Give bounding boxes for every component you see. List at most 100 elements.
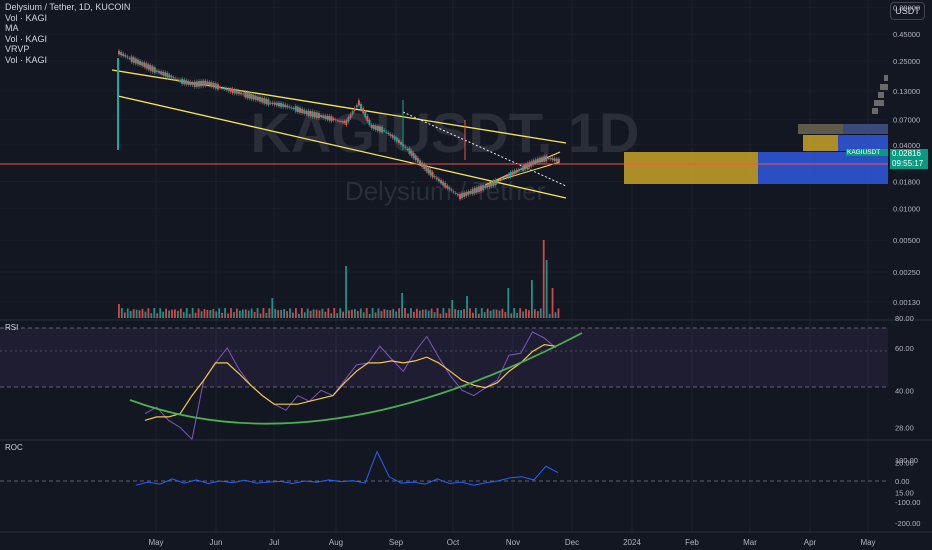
volume-bar [188,313,191,318]
candle [501,179,504,181]
volume-bar [283,309,285,318]
volume-bar [351,309,353,318]
chart-title[interactable]: Delysium / Tether, 1D, KUCOIN [5,2,130,13]
price-tick-label: 0.07000 [893,115,920,124]
volume-bar [274,308,277,318]
candle [206,81,209,85]
volume-bar [430,308,433,318]
time-tick-label: Mar [743,538,757,547]
volume-bar [531,280,533,318]
candle [368,119,371,125]
candle [221,88,224,90]
candle [299,107,302,113]
candle [440,180,443,184]
candle [193,81,196,88]
candle [503,177,506,179]
candle [151,66,154,72]
volume-bar [383,309,386,318]
candle [292,107,295,109]
volume-bar [557,308,560,318]
candle [416,157,419,163]
volume-bar [533,309,536,318]
candle [252,94,255,100]
rsi-label[interactable]: RSI [5,323,18,332]
volume-bar [510,313,513,318]
candle [349,114,352,118]
volume-bar [472,312,474,318]
volume-bar [413,311,415,318]
price-tick-label: 0.00250 [893,268,920,277]
candle [545,155,548,162]
last-price-tag: 0.02816 09:55:17 [890,149,928,169]
candle [176,79,179,81]
volume-bar [224,308,226,318]
candle [313,111,316,118]
volume-bar [303,312,306,318]
candle [271,102,274,105]
volume-bar [197,308,200,318]
symbol-tag: KAGIUSDT [846,149,888,156]
candle [389,133,392,136]
volume-bar [141,308,144,318]
candle [132,57,135,63]
legend-item[interactable]: Vol · KAGI [5,55,130,66]
candle [423,164,426,170]
volume-bar [194,312,197,318]
candle [237,91,240,94]
legend-item[interactable]: Vol · KAGI [5,34,130,45]
volume-bar [445,312,448,318]
candle [450,189,453,191]
candle [254,95,257,101]
legend-item[interactable]: VRVP [5,44,130,55]
candle [484,185,487,189]
candle [153,67,156,73]
volume-bar [253,312,256,318]
candle [284,104,287,108]
candle [309,111,312,117]
volume-bar [221,312,224,318]
volume-bar [545,260,548,318]
volume-bar [297,313,300,318]
volume-bar [398,308,401,318]
price-tick-label: 0.13000 [893,87,920,96]
candle [364,111,367,118]
candle [551,158,554,161]
legend-item[interactable]: Vol · KAGI [5,13,130,24]
volume-bar [185,308,188,318]
candle [505,175,508,178]
legend-item[interactable]: MA [5,23,130,34]
candle [208,81,211,86]
volume-bar [457,310,460,318]
volume-bar [463,309,465,318]
candle [509,172,512,177]
candle [536,158,539,163]
candle [143,62,146,68]
candle [494,179,497,186]
volume-bar [327,308,330,318]
roc-tick-label: -200.00 [895,519,920,528]
volume-bar [486,308,489,318]
currency-button[interactable]: USDT [890,2,925,20]
candle [406,148,409,150]
volume-bar [418,310,421,318]
rsi-band [0,328,888,387]
candle [347,117,350,122]
volume-bar [156,313,159,318]
roc-label[interactable]: ROC [5,443,23,452]
candle [477,186,480,192]
volume-bar [536,311,539,318]
volume-bar [162,311,165,318]
volume-bar [415,308,418,318]
candle [362,108,365,114]
candle [172,77,175,79]
volume-bar [324,311,327,318]
candle [427,168,430,174]
volume-bar [135,309,138,318]
chart-canvas[interactable]: KAGIUSDT, 1D Delysium / Tether 0.800000.… [0,0,932,550]
volume-bar [436,308,439,318]
volume-bar [165,308,167,318]
candle [515,170,518,173]
volume-bar [474,308,477,318]
candle [421,162,424,167]
candle [130,56,133,62]
